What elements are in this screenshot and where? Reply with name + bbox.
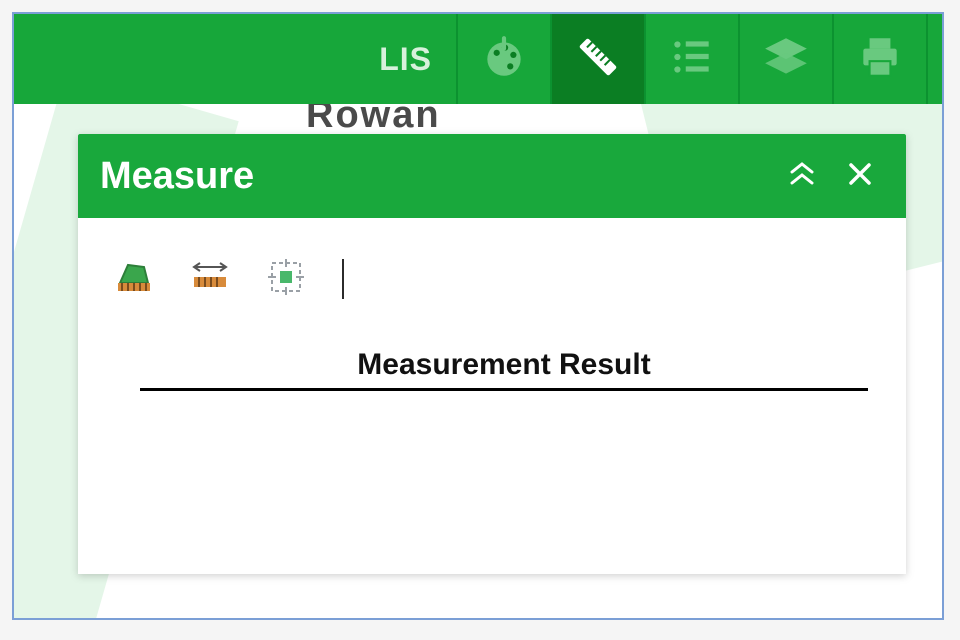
measure-panel: Measure xyxy=(78,134,906,574)
app-frame: LIS xyxy=(12,12,944,620)
theme-button[interactable] xyxy=(456,14,552,104)
panel-body: Measurement Result xyxy=(78,218,906,574)
chevron-up-icon xyxy=(787,159,817,194)
layers-icon xyxy=(761,32,811,87)
measure-location-button[interactable] xyxy=(264,257,308,301)
measure-location-icon xyxy=(266,257,306,302)
measure-distance-button[interactable] xyxy=(188,257,232,301)
map-region-label: Rowan xyxy=(306,104,441,137)
map-area[interactable]: Rowan Measure xyxy=(14,104,942,618)
measure-button[interactable] xyxy=(550,14,646,104)
layers-button[interactable] xyxy=(738,14,834,104)
measure-distance-icon xyxy=(190,257,230,302)
panel-title: Measure xyxy=(100,155,768,198)
panel-close-button[interactable] xyxy=(836,152,884,200)
legend-button[interactable] xyxy=(644,14,740,104)
top-toolbar: LIS xyxy=(14,14,942,104)
toolbar-label: LIS xyxy=(379,14,458,104)
ruler-icon xyxy=(573,32,623,87)
panel-header: Measure xyxy=(78,134,906,218)
measurement-result-heading: Measurement Result xyxy=(140,348,868,391)
measure-area-icon xyxy=(114,257,154,302)
measurement-result-area: Measurement Result xyxy=(112,348,876,391)
measure-tool-row xyxy=(112,252,876,306)
close-icon xyxy=(845,159,875,194)
print-button[interactable] xyxy=(832,14,928,104)
list-icon xyxy=(667,32,717,87)
measure-area-button[interactable] xyxy=(112,257,156,301)
text-cursor-icon xyxy=(342,259,344,299)
printer-icon xyxy=(855,32,905,87)
palette-icon xyxy=(479,32,529,87)
panel-collapse-button[interactable] xyxy=(778,152,826,200)
